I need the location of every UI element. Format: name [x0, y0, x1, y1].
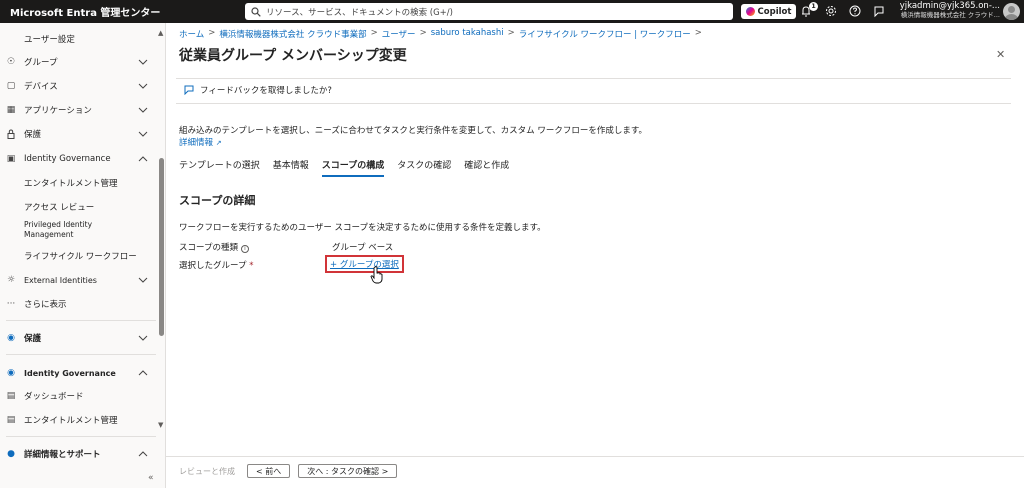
scope-type-value: グループ ベース: [332, 243, 394, 253]
scroll-up-arrow[interactable]: ▲: [158, 29, 163, 37]
copilot-button[interactable]: Copilot: [741, 4, 796, 19]
close-icon[interactable]: ✕: [996, 48, 1005, 61]
selected-group-label: 選択したグループ *: [179, 261, 254, 271]
entitlement-icon: ▤: [6, 415, 16, 425]
sidebar-item-user-settings[interactable]: ユーザー設定: [0, 29, 156, 49]
sidebar: ユーザー設定 ☉ グループ ▢ デバイス ▦ アプリケーション 保護 ▣ Ide…: [0, 23, 166, 488]
breadcrumb-tenant[interactable]: 横浜情報機器株式会社 クラウド事業部: [219, 28, 366, 40]
hand-cursor-icon: [370, 266, 383, 284]
sidebar-divider: [6, 436, 156, 437]
user-email: yjkadmin@yjk365.on-...: [899, 1, 1000, 11]
tab-basics[interactable]: 基本情報: [273, 158, 309, 177]
divider: [176, 78, 1011, 79]
notification-badge: 1: [809, 2, 818, 11]
sidebar-section-support[interactable]: ● 詳細情報とサポート: [0, 444, 156, 464]
gear-icon[interactable]: [824, 4, 838, 18]
learn-more-link[interactable]: 詳細情報 ↗: [179, 136, 222, 148]
search-icon: [251, 6, 261, 17]
sidebar-section-protection[interactable]: ◉ 保護: [0, 328, 156, 348]
breadcrumb: ホーム > 横浜情報機器株式会社 クラウド事業部 > ユーザー > saburo…: [179, 28, 702, 40]
tab-review[interactable]: 確認と作成: [464, 158, 509, 177]
divider: [176, 103, 1011, 104]
breadcrumb-user[interactable]: saburo takahashi: [431, 28, 504, 40]
sidebar-item-access-review[interactable]: アクセス レビュー: [0, 197, 156, 217]
dashboard-icon: ▤: [6, 391, 16, 401]
sidebar-divider: [6, 320, 156, 321]
sidebar-item-entitlement-management[interactable]: ▤ エンタイトルメント管理: [0, 410, 156, 430]
app-brand[interactable]: Microsoft Entra 管理センター: [0, 4, 170, 19]
user-org: 横浜情報機器株式会社 クラウド...: [900, 11, 1000, 19]
sidebar-scrollbar[interactable]: ▲ ▼: [157, 23, 166, 433]
device-icon: ▢: [6, 81, 16, 91]
sidebar-section-identity-governance[interactable]: ◉ Identity Governance: [0, 363, 156, 383]
footer-divider: [166, 456, 1024, 457]
wizard-tabs: テンプレートの選択 基本情報 スコープの構成 タスクの確認 確認と作成: [179, 158, 509, 177]
next-button[interactable]: 次へ : タスクの確認 >: [298, 464, 398, 478]
help-icon[interactable]: [848, 4, 862, 18]
sidebar-item-dashboard[interactable]: ▤ ダッシュボード: [0, 386, 156, 406]
tab-scope[interactable]: スコープの構成: [321, 158, 385, 177]
protect-icon: ◉: [7, 333, 15, 343]
scope-type-label: スコープの種類 i: [179, 241, 249, 253]
breadcrumb-lifecycle[interactable]: ライフサイクル ワークフロー | ワークフロー: [519, 28, 691, 40]
governance-icon: ◉: [7, 368, 15, 378]
tab-template[interactable]: テンプレートの選択: [179, 158, 260, 177]
external-link-icon: ↗: [215, 139, 222, 147]
sidebar-divider: [6, 354, 156, 355]
avatar[interactable]: [1003, 3, 1020, 20]
review-create-button[interactable]: レビューと作成: [179, 464, 239, 478]
top-bar: Microsoft Entra 管理センター リソース、サービス、ドキュメントの…: [0, 0, 1024, 23]
external-icon: ☼: [6, 275, 16, 285]
chevron-up-icon: [138, 370, 148, 376]
sidebar-item-external[interactable]: ☼ External Identities: [0, 270, 156, 290]
wizard-footer: レビューと作成 < 前へ 次へ : タスクの確認 >: [179, 464, 398, 478]
more-options-icon[interactable]: ···: [392, 47, 402, 58]
page-description: 組み込みのテンプレートを選択し、ニーズに合わせてタスクと実行条件を変更して、カス…: [179, 126, 647, 136]
sidebar-item-applications[interactable]: ▦ アプリケーション: [0, 100, 156, 120]
sidebar-item-entitlement[interactable]: エンタイトルメント管理: [0, 173, 156, 193]
sidebar-item-identity-governance[interactable]: ▣ Identity Governance: [0, 149, 156, 169]
scroll-down-arrow[interactable]: ▼: [158, 421, 163, 429]
governance-icon: ▣: [6, 154, 16, 164]
breadcrumb-users[interactable]: ユーザー: [382, 28, 416, 40]
collapse-sidebar-icon[interactable]: «: [148, 473, 154, 483]
sidebar-item-protection[interactable]: 保護: [0, 124, 156, 144]
chevron-down-icon: [138, 59, 148, 65]
prev-button[interactable]: < 前へ: [247, 464, 291, 478]
chevron-up-icon: [138, 451, 148, 457]
chevron-down-icon: [138, 83, 148, 89]
sidebar-item-more[interactable]: ··· さらに表示: [0, 294, 156, 314]
chevron-down-icon: [138, 107, 148, 113]
sidebar-item-groups[interactable]: ☉ グループ: [0, 52, 156, 72]
copilot-label: Copilot: [757, 6, 792, 17]
sidebar-item-devices[interactable]: ▢ デバイス: [0, 76, 156, 96]
search-placeholder: リソース、サービス、ドキュメントの検索 (G+/): [266, 7, 453, 18]
chevron-down-icon: [138, 277, 148, 283]
feedback-icon: [184, 85, 194, 95]
info-icon[interactable]: i: [241, 245, 249, 253]
more-icon: ···: [6, 299, 16, 309]
page-title: 従業員グループ メンバーシップ変更: [179, 48, 407, 64]
section-title: スコープの詳細: [179, 194, 256, 207]
search-box[interactable]: リソース、サービス、ドキュメントの検索 (G+/): [245, 3, 733, 20]
breadcrumb-home[interactable]: ホーム: [179, 28, 204, 40]
copilot-icon: [745, 7, 755, 16]
scroll-thumb[interactable]: [159, 158, 164, 336]
support-icon: ●: [7, 449, 15, 459]
chevron-up-icon: [138, 156, 148, 162]
main-content: ホーム > 横浜情報機器株式会社 クラウド事業部 > ユーザー > saburo…: [166, 23, 1024, 488]
user-account[interactable]: yjkadmin@yjk365.on-... 横浜情報機器株式会社 クラウド..…: [890, 2, 1000, 20]
scope-description: ワークフローを実行するためのユーザー スコープを決定するために使用する条件を定義…: [179, 223, 546, 233]
select-group-link[interactable]: + グループの選択: [325, 255, 404, 273]
sidebar-item-pim[interactable]: Privileged Identity Management: [0, 220, 156, 244]
lock-icon: [6, 129, 16, 139]
chevron-down-icon: [138, 335, 148, 341]
app-icon: ▦: [6, 105, 16, 115]
tab-tasks[interactable]: タスクの確認: [397, 158, 451, 177]
feedback-link[interactable]: フィードバックを取得しましたか?: [184, 84, 332, 96]
group-icon: ☉: [6, 57, 16, 67]
chevron-down-icon: [138, 131, 148, 137]
feedback-icon[interactable]: [872, 4, 886, 18]
sidebar-item-lifecycle[interactable]: ライフサイクル ワークフロー: [0, 246, 156, 266]
